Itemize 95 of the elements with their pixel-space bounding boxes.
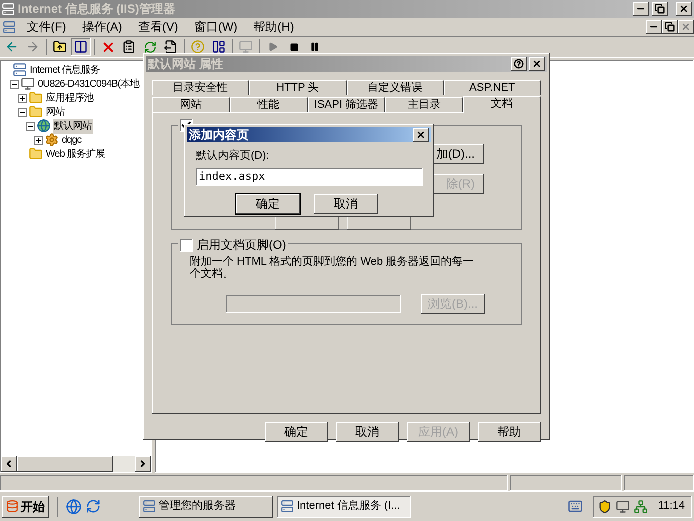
folder-icon [29,91,43,105]
server-stack-icon [13,63,27,77]
back-icon [5,40,19,54]
server-stack-icon [143,500,156,513]
checkbox-label: 启用文档页脚(O) [197,237,286,254]
status-bar [624,475,694,491]
collapse-icon[interactable] [10,80,19,88]
tab[interactable]: 性能 [230,97,308,112]
close-button[interactable] [529,57,545,71]
tree-item[interactable]: 网站 [45,104,66,120]
tab[interactable]: 文档 [463,96,541,113]
collapse-icon[interactable] [26,122,35,130]
browser-icon[interactable] [66,498,82,514]
menu-item[interactable]: 查看(V) [130,18,186,36]
dialog-title: 默认网站 属性 [148,56,224,73]
tab[interactable]: 主目录 [385,97,464,112]
taskbar-button[interactable]: 管理您的服务器 [139,496,273,518]
folder-icon [29,147,43,161]
horizontal-scrollbar[interactable] [1,456,151,472]
refresh-icon[interactable] [86,499,101,514]
field-label: 默认内容页(D): [196,148,270,164]
globe-icon [37,119,51,133]
taskbar-button[interactable]: Internet 信息服务 (I... [277,496,411,518]
folder-icon [29,105,43,119]
stop-icon [290,42,298,52]
input-field[interactable]: index.aspx [196,168,423,186]
computer-icon [239,40,253,54]
gear-icon [45,133,59,147]
collapse-icon[interactable] [18,108,27,116]
tree-item[interactable]: Internet 信息服务 [29,62,102,78]
tab[interactable]: 自定义错误 [346,80,444,95]
tree-item[interactable]: 0U826-D431C094B(本地 [37,76,141,92]
clock: 11:14 [657,499,686,514]
expand-icon[interactable] [34,136,43,144]
tab[interactable]: HTTP 头 [249,80,346,95]
menu-item[interactable]: 操作(A) [74,18,130,36]
start-button[interactable]: 开始 [2,496,49,518]
keyboard-icon[interactable] [568,499,584,514]
folder-up-icon [53,40,67,54]
dialog-button[interactable]: 确定 [265,422,328,442]
two-panes-icon [74,40,88,54]
close-button[interactable] [413,128,429,142]
footer-file-field[interactable] [226,295,401,313]
scroll-left-icon [4,459,14,469]
window-title: Internet 信息服务 (IIS)管理器 [18,1,176,18]
help-button[interactable] [511,57,527,71]
help-icon [191,40,205,54]
tree-item[interactable]: Web 服务扩展 [45,146,106,162]
close-icon [681,22,691,32]
help-icon [514,59,524,69]
minimize-button[interactable] [633,2,649,16]
dialog-button[interactable]: 取消 [336,422,399,442]
show-tree-button[interactable] [71,38,91,56]
properties-icon [122,40,136,54]
tree-item[interactable]: 应用程序池 [45,90,94,106]
pause-icon [310,42,320,52]
computer-icon [21,77,35,91]
tree-item[interactable]: dqgc [61,132,83,148]
panel-icon [212,40,226,54]
tab[interactable]: 网站 [152,97,230,112]
tree-item[interactable]: 默认网站 [53,118,93,134]
monitor-icon[interactable] [616,500,630,514]
close-button[interactable] [676,2,692,16]
minimize-button[interactable] [646,20,662,34]
close-button[interactable] [678,20,694,34]
dialog-button[interactable]: 取消 [314,194,378,214]
restore-icon [665,22,675,32]
tab[interactable]: ASP.NET [444,80,541,95]
refresh-icon [144,40,156,54]
menu-item[interactable]: 帮助(H) [246,18,302,36]
export-icon [164,40,178,54]
restore-button[interactable] [662,20,678,34]
restore-icon [655,4,665,14]
menu-item[interactable]: 窗口(W) [186,18,246,36]
network-icon[interactable] [634,500,648,514]
play-icon [268,42,278,52]
expand-icon[interactable] [18,94,27,102]
server-stack-icon [3,20,16,34]
dialog-title: 添加内容页 [189,126,250,144]
menu-item[interactable]: 文件(F) [19,18,74,36]
server-stack-icon [2,2,15,16]
close-icon [532,59,542,69]
close-icon [679,4,689,14]
server-stack-icon [281,500,294,513]
shield-icon[interactable] [598,500,612,514]
dialog-button[interactable]: 确定 [236,194,300,214]
restore-button[interactable] [652,2,668,16]
tab[interactable]: 目录安全性 [152,80,250,95]
checkbox[interactable] [180,238,193,252]
footer-description: 附加一个 HTML 格式的页脚到您的 Web 服务器返回的每一个文档。 [190,256,476,280]
dialog-button[interactable]: 帮助 [478,422,541,442]
forward-icon [26,40,40,54]
tab[interactable]: ISAPI 筛选器 [308,97,386,112]
scroll-right-icon [138,459,148,469]
close-icon [416,130,426,140]
